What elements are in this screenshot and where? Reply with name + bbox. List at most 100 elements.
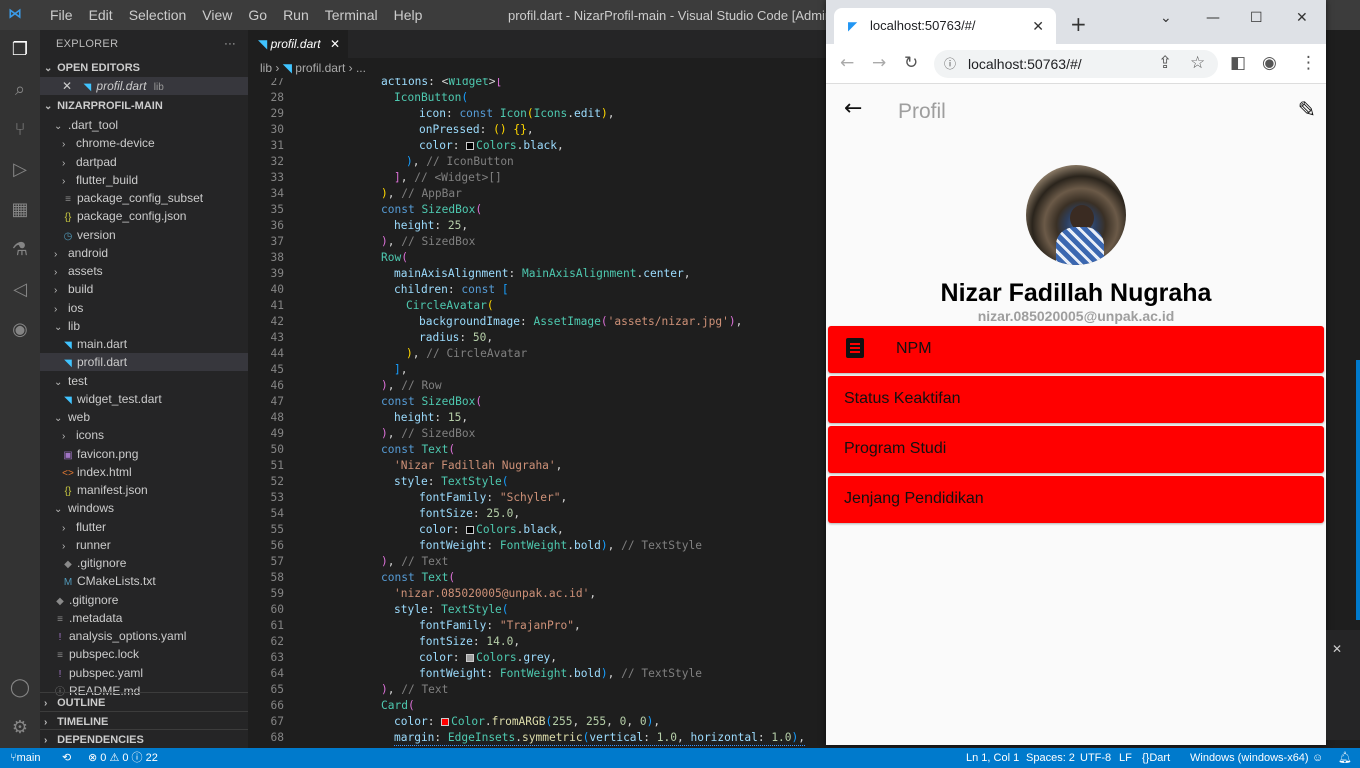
editor-tab-profil[interactable]: ◥ profil.dart ✕	[248, 30, 348, 58]
card-jenjang-pendidikan[interactable]: Jenjang Pendidikan	[828, 476, 1324, 523]
breadcrumb-item[interactable]: ...	[356, 61, 366, 75]
close-tab-icon[interactable]: ✕	[330, 30, 340, 58]
breadcrumb-item[interactable]: lib	[260, 61, 272, 75]
close-window-icon[interactable]: ✕	[1296, 10, 1308, 26]
card-program-studi[interactable]: Program Studi	[828, 426, 1324, 473]
site-info-icon[interactable]: ⓘ	[944, 50, 956, 78]
card-npm[interactable]: NPM	[828, 326, 1324, 373]
tree-item-label: index.html	[77, 464, 132, 479]
card-status-keaktifan[interactable]: Status Keaktifan	[828, 376, 1324, 423]
back-arrow-icon[interactable]: ←	[844, 96, 862, 121]
extensions-icon[interactable]: ▦	[6, 196, 34, 224]
open-editor-item[interactable]: ✕ ◥ profil.dart lib	[40, 77, 248, 95]
sync-icon[interactable]: ⟲	[62, 748, 71, 768]
reload-icon[interactable]: ↻	[904, 53, 918, 73]
outline-header[interactable]: › OUTLINE	[40, 693, 248, 713]
tree-file[interactable]: {} manifest.json	[40, 481, 248, 499]
menu-item-edit[interactable]: Edit	[81, 7, 121, 23]
tree-folder[interactable]: ⌄ .dart_tool	[40, 116, 248, 134]
tree-folder[interactable]: ⌄ lib	[40, 317, 248, 335]
close-tab-icon[interactable]: ✕	[1032, 8, 1044, 44]
timeline-header[interactable]: › TIMELINE	[40, 711, 248, 731]
edit-icon[interactable]: ✎	[1298, 98, 1316, 123]
minimize-icon[interactable]: —	[1206, 10, 1220, 26]
browser-tab[interactable]: ◤ localhost:50763/#/ ✕	[834, 8, 1056, 44]
tree-file[interactable]: ◆ .gitignore	[40, 554, 248, 572]
tree-file[interactable]: ▣ favicon.png	[40, 445, 248, 463]
source-control-icon[interactable]: ⑂	[6, 116, 34, 144]
tree-folder[interactable]: › dartpad	[40, 153, 248, 171]
tree-file[interactable]: ◆ .gitignore	[40, 591, 248, 609]
side-panel-icon[interactable]: ◧	[1230, 53, 1246, 73]
menu-kebab-icon[interactable]: ⋮	[1300, 53, 1317, 73]
address-bar[interactable]: ⓘ localhost:50763/#/	[934, 50, 1218, 78]
tree-folder[interactable]: ⌄ web	[40, 408, 248, 426]
account-icon[interactable]: ◯	[6, 674, 34, 702]
maximize-icon[interactable]: ☐	[1250, 10, 1263, 26]
tree-folder[interactable]: ⌄ windows	[40, 499, 248, 517]
forward-icon[interactable]: →	[872, 53, 886, 73]
profile-icon[interactable]: ◉	[1262, 53, 1277, 73]
scrollbar[interactable]	[1356, 360, 1360, 620]
tree-folder[interactable]: › flutter	[40, 518, 248, 536]
flutter-icon[interactable]: ◁	[6, 276, 34, 304]
search-icon[interactable]: ⌕	[6, 76, 34, 104]
settings-gear-icon[interactable]: ⚙	[6, 714, 34, 742]
tree-file[interactable]: {} package_config.json	[40, 207, 248, 225]
project-header[interactable]: ⌄ NIZARPROFIL-MAIN	[40, 96, 248, 116]
menu-item-terminal[interactable]: Terminal	[317, 7, 386, 23]
bookmark-star-icon[interactable]: ☆	[1190, 53, 1205, 73]
line-ending[interactable]: LF	[1119, 748, 1132, 768]
tree-file[interactable]: ◥ main.dart	[40, 335, 248, 353]
tree-folder[interactable]: › ios	[40, 299, 248, 317]
feedback-icon[interactable]: ☺	[1312, 748, 1323, 768]
branch-indicator[interactable]: ⑂ main	[10, 748, 40, 768]
menu-item-view[interactable]: View	[194, 7, 240, 23]
close-notification-icon[interactable]: ✕	[1332, 642, 1342, 656]
menu-item-selection[interactable]: Selection	[121, 7, 195, 23]
tree-folder[interactable]: › android	[40, 244, 248, 262]
code-editor[interactable]: actions: <Widget>[ IconButton( icon: con…	[248, 78, 828, 748]
tab-search-icon[interactable]: ⌄	[1160, 10, 1172, 26]
menu-item-go[interactable]: Go	[240, 7, 275, 23]
tree-folder[interactable]: › assets	[40, 262, 248, 280]
tree-folder[interactable]: › build	[40, 280, 248, 298]
tree-folder[interactable]: › runner	[40, 536, 248, 554]
tree-file[interactable]: ≡ package_config_subset	[40, 189, 248, 207]
tree-file[interactable]: ◷ version	[40, 226, 248, 244]
tree-file[interactable]: ! analysis_options.yaml	[40, 627, 248, 645]
share-icon[interactable]: ⇪	[1158, 53, 1172, 73]
menu-item-file[interactable]: File	[42, 7, 81, 23]
encoding[interactable]: UTF-8	[1080, 748, 1111, 768]
breadcrumb-item[interactable]: profil.dart	[295, 61, 345, 75]
open-editors-header[interactable]: ⌄ OPEN EDITORS	[40, 58, 248, 78]
tree-file[interactable]: ≡ pubspec.lock	[40, 645, 248, 663]
tree-folder[interactable]: › chrome-device	[40, 134, 248, 152]
tree-folder[interactable]: › icons	[40, 426, 248, 444]
explorer-icon[interactable]: ❐	[6, 36, 34, 64]
notifications-bell-icon[interactable]: 🔔︎	[1338, 748, 1352, 768]
tree-file[interactable]: M CMakeLists.txt	[40, 572, 248, 590]
indentation[interactable]: Spaces: 2	[1026, 748, 1075, 768]
dependencies-header[interactable]: › DEPENDENCIES	[40, 729, 248, 749]
menu-item-run[interactable]: Run	[275, 7, 317, 23]
run-debug-icon[interactable]: ▷	[6, 156, 34, 184]
tree-file[interactable]: <> index.html	[40, 463, 248, 481]
edge-devtools-icon[interactable]: ◉	[6, 316, 34, 344]
language-mode[interactable]: {} Dart	[1142, 748, 1170, 768]
tree-file[interactable]: ! pubspec.yaml	[40, 664, 248, 682]
close-icon[interactable]: ✕	[62, 79, 72, 93]
tree-file[interactable]: ◥ profil.dart	[40, 353, 248, 372]
more-actions-icon[interactable]: ···	[224, 30, 236, 58]
tree-folder[interactable]: › flutter_build	[40, 171, 248, 189]
cursor-position[interactable]: Ln 1, Col 1	[966, 748, 1019, 768]
menu-item-help[interactable]: Help	[386, 7, 431, 23]
back-icon[interactable]: ←	[840, 53, 854, 73]
new-tab-icon[interactable]: +	[1070, 12, 1087, 36]
testing-icon[interactable]: ⚗	[6, 236, 34, 264]
tree-file[interactable]: ≡ .metadata	[40, 609, 248, 627]
device-selector[interactable]: Windows (windows-x64)	[1190, 748, 1309, 768]
tree-folder[interactable]: ⌄ test	[40, 372, 248, 390]
problems-indicator[interactable]: ⊗ 0 ⚠ 0 ⓘ 22	[88, 748, 158, 768]
tree-file[interactable]: ◥ widget_test.dart	[40, 390, 248, 408]
